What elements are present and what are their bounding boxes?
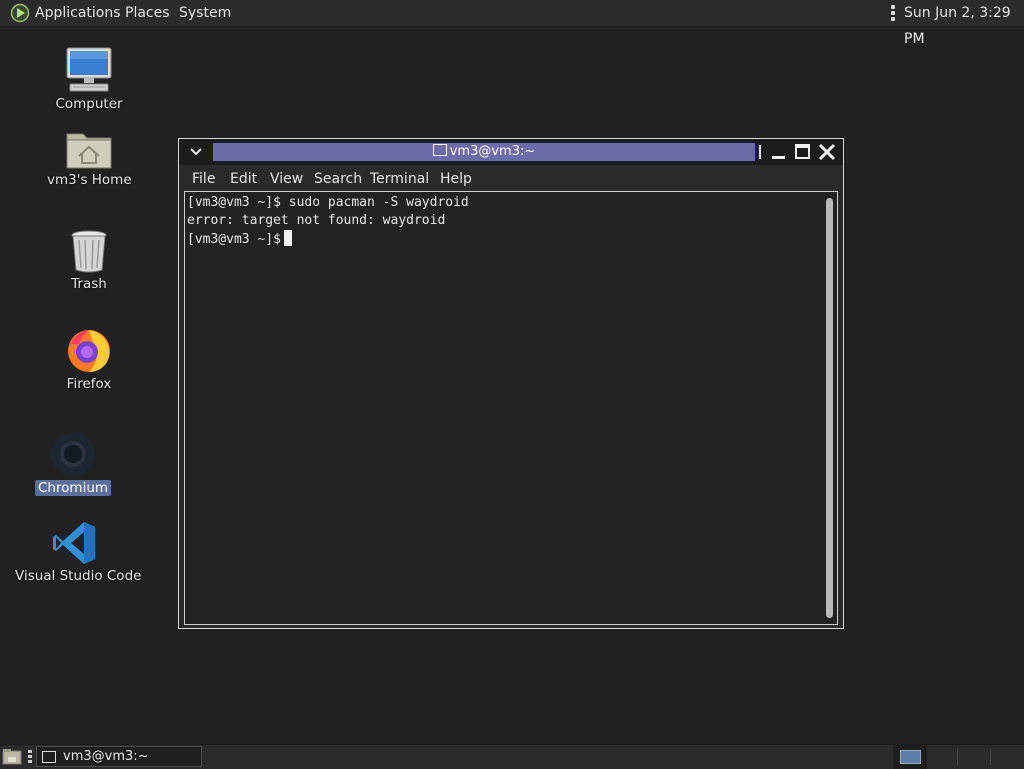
terminal-output[interactable]: [vm3@vm3 ~]$ sudo pacman -S waydroid err… — [184, 191, 838, 625]
text-cursor — [283, 230, 292, 246]
desktop-icon-trash[interactable]: Trash — [54, 228, 124, 292]
desktop-icon-label: vm3's Home — [47, 172, 132, 188]
desktop-icon-label: Computer — [55, 96, 123, 112]
taskbar-item-label: vm3@vm3:~ — [63, 749, 149, 764]
terminal-icon — [42, 751, 56, 763]
terminal-icon — [432, 144, 447, 156]
terminal-menubar: File Edit View Search Terminal Help — [184, 167, 838, 191]
workspace-3[interactable] — [990, 749, 991, 765]
menu-edit[interactable]: Edit — [230, 167, 257, 191]
bottom-panel: vm3@vm3:~ — [0, 744, 1024, 769]
menu-help[interactable]: Help — [440, 167, 472, 191]
vscode-icon — [53, 522, 95, 564]
title-separator — [759, 145, 761, 159]
desktop-icon-chromium[interactable]: Chromium — [32, 430, 114, 496]
system-menu[interactable]: System — [179, 0, 231, 26]
desktop-icon-home[interactable]: vm3's Home — [44, 128, 134, 188]
terminal-prompt: [vm3@vm3 ~]$ — [187, 232, 281, 247]
computer-icon — [66, 47, 112, 92]
workspace-2[interactable] — [957, 749, 958, 765]
desktop-icon-label: Visual Studio Code — [15, 568, 142, 584]
workspace-1[interactable] — [893, 745, 927, 769]
home-folder-icon — [66, 133, 112, 169]
close-button[interactable] — [817, 142, 837, 162]
menu-search[interactable]: Search — [314, 167, 362, 191]
maximize-button[interactable] — [793, 142, 813, 162]
window-title-text: vm3@vm3:~ — [449, 144, 536, 159]
taskbar-handle[interactable] — [28, 750, 32, 765]
terminal-line: [vm3@vm3 ~]$ sudo pacman -S waydroid — [187, 195, 469, 210]
desktop-icon-label: Chromium — [34, 480, 112, 496]
terminal-line: error: target not found: waydroid — [187, 213, 446, 228]
scrollbar[interactable] — [826, 198, 833, 618]
desktop-icon-firefox[interactable]: Firefox — [54, 326, 124, 392]
desktop-icon-label: Firefox — [66, 376, 112, 392]
clock[interactable]: Sun Jun 2, 3:29 PM — [904, 0, 1024, 47]
window-title[interactable]: vm3@vm3:~ — [213, 143, 755, 161]
chevron-down-icon — [190, 148, 202, 156]
applications-menu-icon[interactable] — [10, 3, 30, 23]
terminal-window[interactable]: vm3@vm3:~ File Edit View Search Terminal… — [178, 138, 844, 629]
menu-view[interactable]: View — [270, 167, 303, 191]
window-menu-button[interactable] — [182, 142, 210, 162]
desktop-icon-computer[interactable]: Computer — [48, 46, 130, 112]
chromium-icon — [51, 432, 95, 476]
minimize-button[interactable] — [769, 142, 789, 162]
panel-handle[interactable] — [891, 5, 895, 21]
title-bar[interactable]: vm3@vm3:~ — [179, 139, 843, 165]
menu-terminal[interactable]: Terminal — [370, 167, 429, 191]
places-menu[interactable]: Places — [125, 0, 170, 26]
taskbar-item-terminal[interactable]: vm3@vm3:~ — [36, 746, 202, 767]
trash-icon — [71, 230, 107, 273]
top-panel: Applications Places System Sun Jun 2, 3:… — [0, 0, 1024, 47]
desktop-icon-label: Trash — [71, 276, 107, 292]
desktop-icon-vscode[interactable]: Visual Studio Code — [12, 520, 141, 584]
applications-menu[interactable]: Applications — [35, 0, 121, 26]
firefox-icon — [68, 330, 110, 372]
menu-file[interactable]: File — [192, 167, 215, 191]
show-desktop-icon[interactable] — [2, 748, 22, 766]
